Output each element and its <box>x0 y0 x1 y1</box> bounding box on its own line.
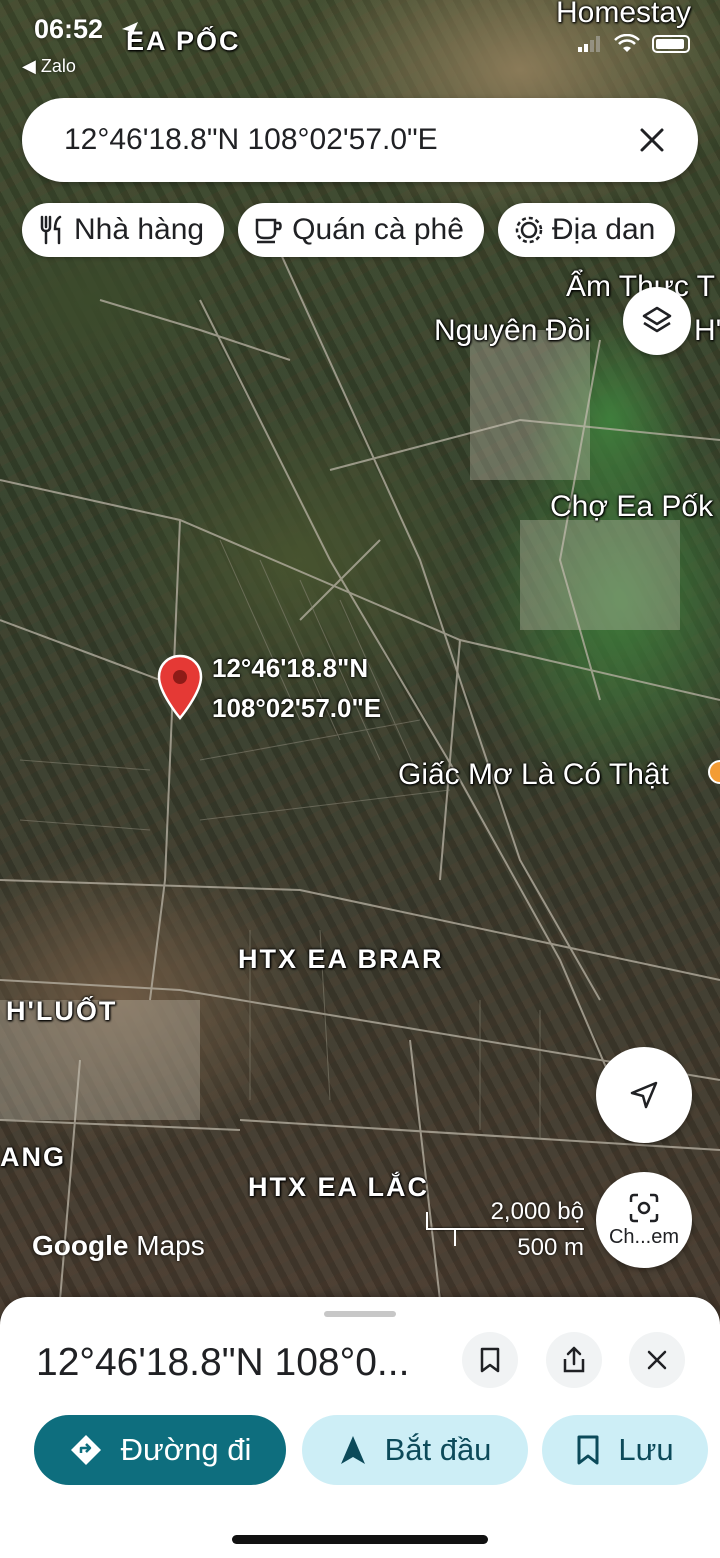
map-label-nguyen-doi[interactable]: Nguyên Đồi <box>434 314 591 348</box>
map-label-nguyen-doi-tail[interactable]: H'la <box>694 314 720 348</box>
sheet-drag-handle[interactable] <box>324 1311 396 1317</box>
map-label-htx-ea-brar[interactable]: HTX EA BRAR <box>238 944 444 975</box>
pin-coordinates-label: 12°46'18.8"N 108°02'57.0"E <box>212 648 381 728</box>
map-label-h-luot[interactable]: H'LUỐT <box>6 996 117 1027</box>
save-label: Lưu <box>618 1432 674 1467</box>
location-pin-icon[interactable] <box>157 654 203 720</box>
google-maps-logo: Google Maps <box>32 1230 205 1262</box>
scale-meters: 500 m <box>517 1234 584 1261</box>
signal-icon <box>578 36 600 52</box>
share-icon <box>563 1346 585 1373</box>
save-button[interactable]: Lưu <box>542 1415 708 1485</box>
chip-landmarks[interactable]: Địa dan <box>497 203 676 257</box>
chip-restaurants[interactable]: Nhà hàng <box>22 203 225 257</box>
landmark-icon <box>515 216 543 244</box>
pin-label-lat: 12°46'18.8"N <box>212 653 369 683</box>
status-time: 06:52 <box>34 14 104 44</box>
start-navigation-button[interactable]: Bắt đầu <box>302 1415 528 1485</box>
map-label-cho-ea-pok[interactable]: Chợ Ea Pốk <box>550 490 713 524</box>
map-label-homestay[interactable]: Homestay <box>556 0 691 30</box>
map-scale: 2,000 bộ 500 m <box>426 1198 584 1261</box>
battery-icon <box>652 35 690 53</box>
chip-coffee[interactable]: Quán cà phê <box>238 203 484 257</box>
lens-search-label: Ch...em <box>608 1225 680 1248</box>
status-icons <box>578 34 690 54</box>
coffee-icon <box>255 218 282 244</box>
logo-maps: Maps <box>136 1230 205 1261</box>
layers-button[interactable] <box>623 287 691 355</box>
directions-icon <box>70 1435 101 1465</box>
clear-search-button[interactable] <box>632 120 672 160</box>
close-icon <box>640 128 664 152</box>
bookmark-icon <box>480 1347 500 1373</box>
lens-search-button[interactable]: Ch...em <box>596 1172 692 1268</box>
scale-feet: 2,000 bộ <box>490 1198 584 1225</box>
back-to-app[interactable]: ◀ Zalo <box>22 56 76 77</box>
location-arrow-icon <box>122 22 138 38</box>
logo-google: Google <box>32 1230 129 1261</box>
map-label-htx-ea-lac[interactable]: HTX EA LẮC <box>248 1172 429 1203</box>
share-button[interactable] <box>546 1332 602 1388</box>
directions-label: Đường đi <box>120 1432 252 1467</box>
navigation-icon <box>340 1436 365 1464</box>
close-sheet-button[interactable] <box>629 1332 685 1388</box>
save-icon-button[interactable] <box>462 1332 518 1388</box>
place-title: 12°46'18.8"N 108°0... <box>36 1341 410 1384</box>
category-chips: Nhà hàng Quán cà phê Địa dan <box>22 203 676 257</box>
map-label-giac-mo[interactable]: Giấc Mơ Là Có Thật <box>398 758 669 792</box>
place-bottom-sheet[interactable]: 12°46'18.8"N 108°0... Đường đi Bắt đầu L… <box>0 1297 720 1558</box>
layers-icon <box>642 306 672 333</box>
restaurant-icon <box>40 215 62 245</box>
search-input[interactable]: 12°46'18.8"N 108°02'57.0"E <box>64 123 632 157</box>
map-label-ea-poc[interactable]: EA PỐC <box>126 26 241 57</box>
close-icon <box>647 1350 667 1370</box>
my-location-button[interactable] <box>596 1047 692 1143</box>
search-bar[interactable]: 12°46'18.8"N 108°02'57.0"E <box>22 98 698 182</box>
map-label-ang[interactable]: ANG <box>0 1142 66 1173</box>
pin-label-lng: 108°02'57.0"E <box>212 693 382 723</box>
chip-coffee-label: Quán cà phê <box>292 213 464 246</box>
wifi-icon <box>614 34 640 52</box>
chip-landmarks-label: Địa dan <box>551 213 656 246</box>
camera-lens-icon <box>629 1193 659 1222</box>
start-label: Bắt đầu <box>384 1432 492 1467</box>
navigation-arrow-icon <box>630 1081 658 1109</box>
back-app-label: Zalo <box>40 56 76 76</box>
chip-restaurants-label: Nhà hàng <box>74 213 205 246</box>
home-indicator[interactable] <box>232 1535 488 1544</box>
bookmark-icon <box>577 1435 599 1465</box>
directions-button[interactable]: Đường đi <box>34 1415 286 1485</box>
